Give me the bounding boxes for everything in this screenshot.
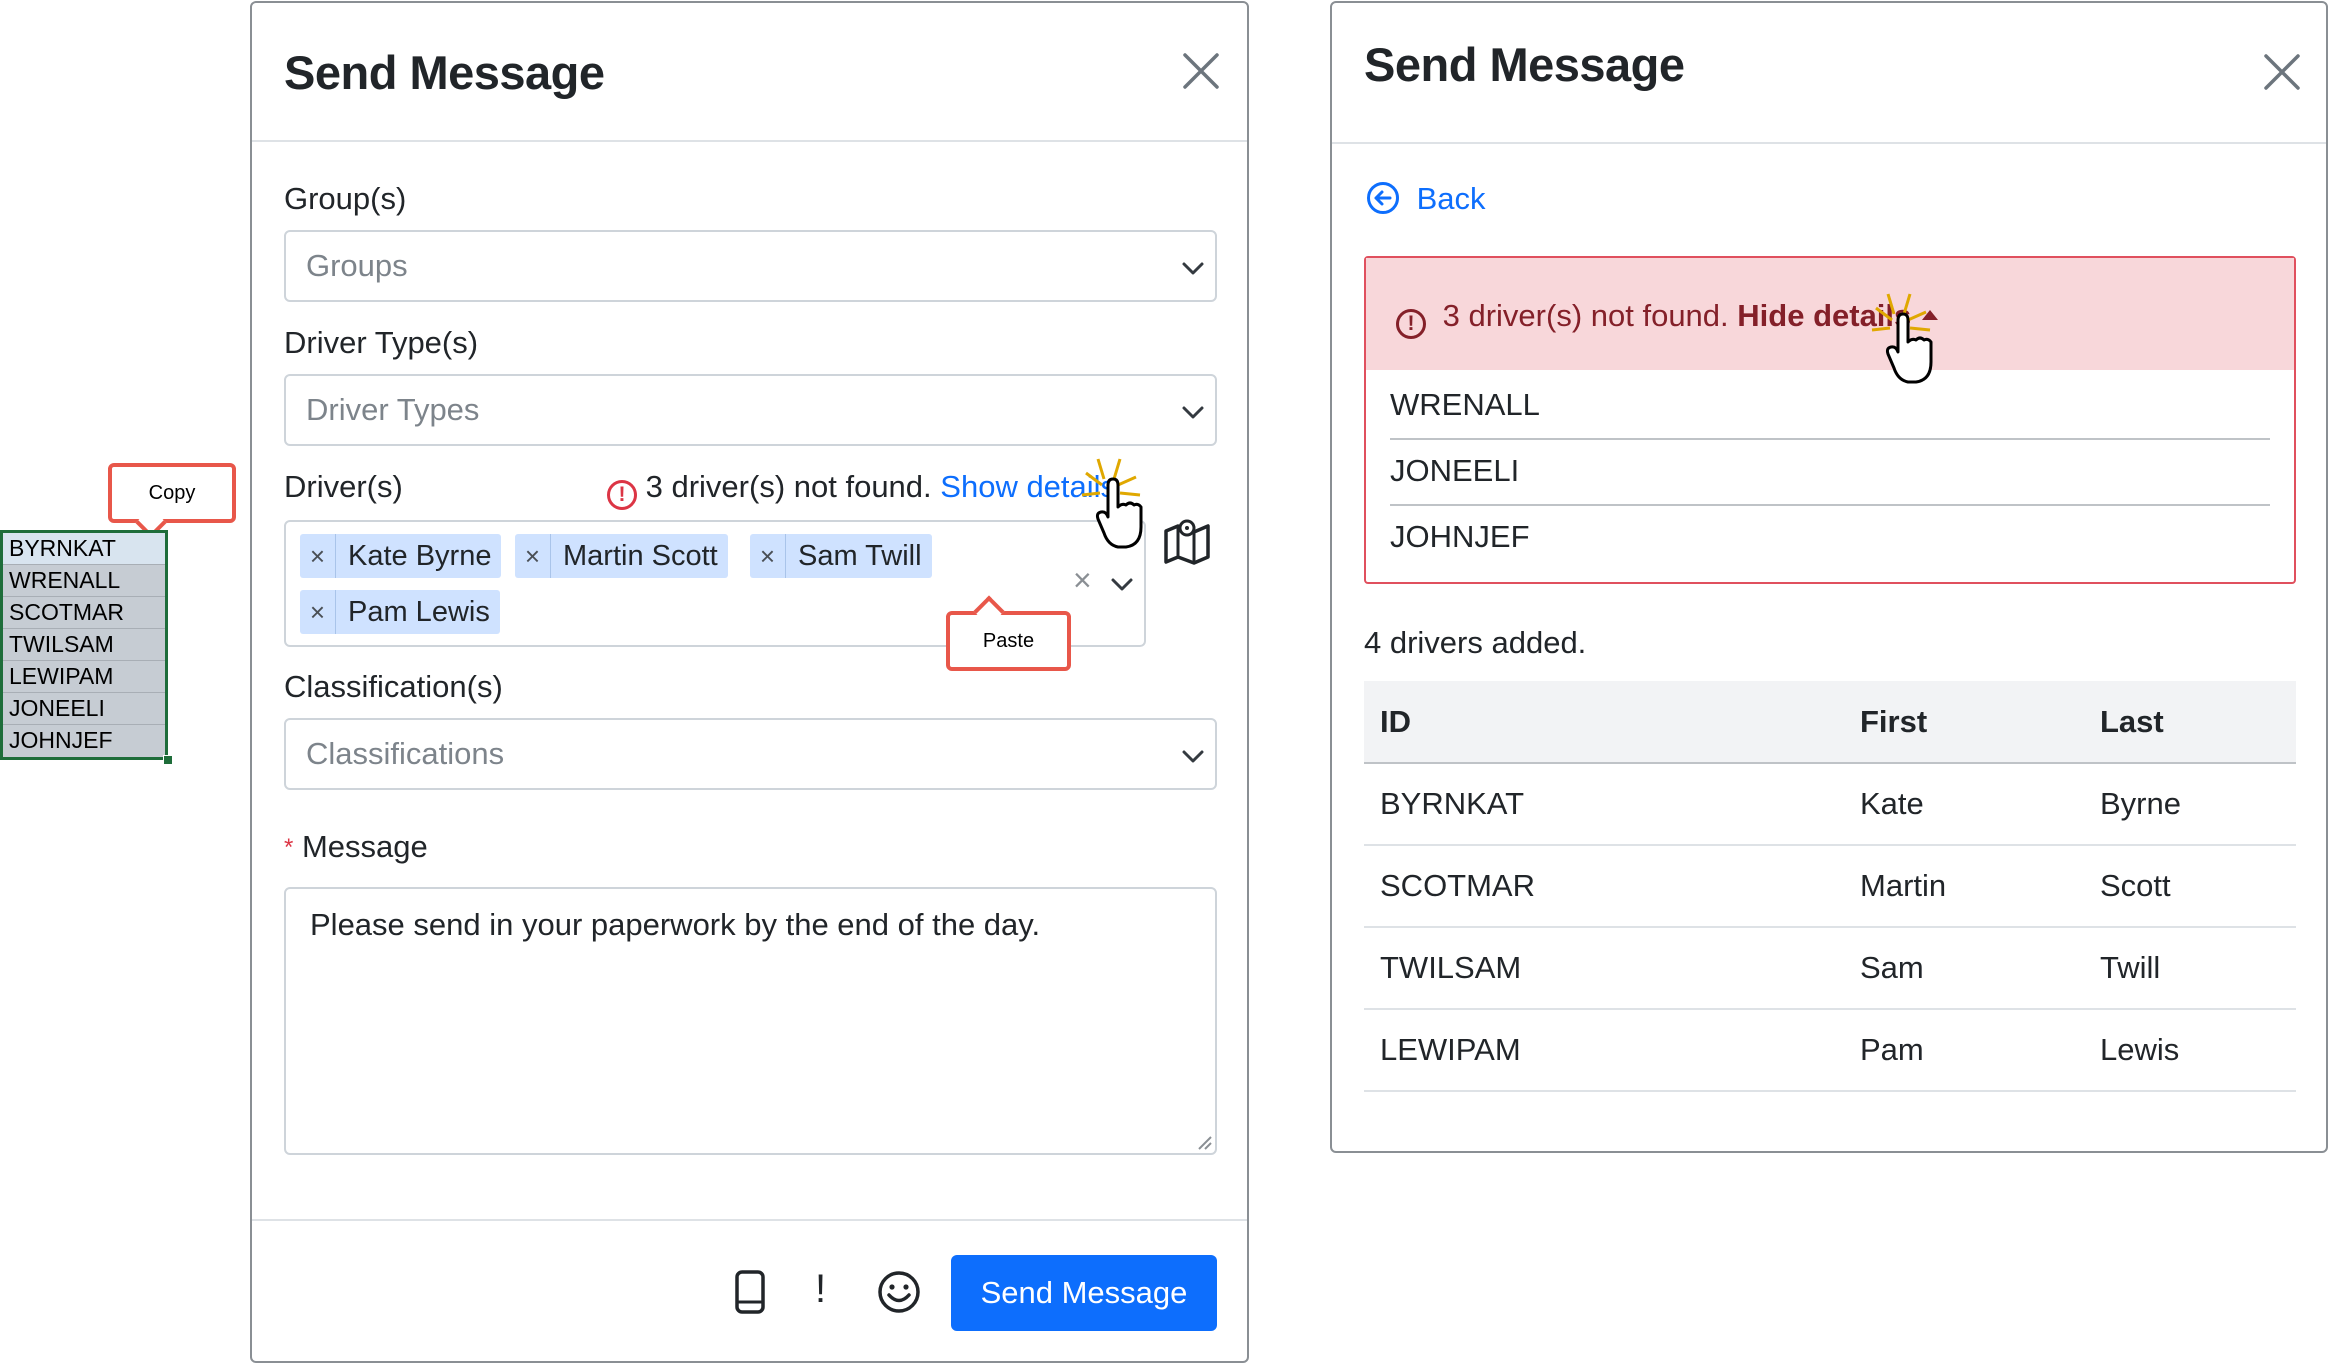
- driver-types-label: Driver Type(s): [284, 325, 479, 360]
- modal-title: Send Message: [1364, 38, 1685, 91]
- spreadsheet-cell[interactable]: JONEELI: [3, 693, 165, 725]
- driver-tag-label: Martin Scott: [563, 540, 718, 572]
- driver-types-select[interactable]: Driver Types: [284, 374, 1217, 446]
- send-message-modal-compose: Send Message Group(s) Groups Driver Type…: [250, 1, 1249, 1363]
- header-divider: [252, 140, 1247, 142]
- header-divider: [1332, 142, 2326, 144]
- driver-tag: × Kate Byrne: [300, 534, 502, 578]
- cell-last: Scott: [2084, 845, 2296, 928]
- chevron-down-icon: [1182, 750, 1204, 763]
- table-row: BYRNKAT Kate Byrne: [1364, 763, 2296, 846]
- close-icon[interactable]: [1181, 51, 1221, 91]
- required-mark: *: [284, 834, 294, 861]
- fill-handle[interactable]: [163, 755, 173, 765]
- hand-pointer-icon: [1871, 293, 1933, 384]
- driver-tag: × Pam Lewis: [300, 590, 500, 634]
- cell-id: SCOTMAR: [1364, 845, 1844, 928]
- send-message-button[interactable]: Send Message: [951, 1255, 1217, 1331]
- not-found-text: 3 driver(s) not found.: [645, 469, 932, 504]
- spreadsheet-cell[interactable]: SCOTMAR: [3, 597, 165, 629]
- hand-pointer-icon: [1081, 458, 1143, 549]
- footer-divider: [252, 1219, 1247, 1221]
- modal-title: Send Message: [284, 46, 605, 99]
- driver-tag-label: Pam Lewis: [348, 596, 490, 628]
- cell-last: Byrne: [2084, 763, 2296, 846]
- close-icon[interactable]: [2262, 52, 2302, 92]
- spreadsheet-cell[interactable]: TWILSAM: [3, 629, 165, 661]
- chevron-down-icon: [1182, 406, 1204, 419]
- table-row: TWILSAM Sam Twill: [1364, 927, 2296, 1010]
- driver-types-placeholder: Driver Types: [306, 392, 480, 427]
- error-circle-icon: !: [1396, 309, 1426, 339]
- spreadsheet-cell[interactable]: BYRNKAT: [3, 533, 165, 565]
- drivers-label: Driver(s): [284, 469, 403, 504]
- priority-exclamation[interactable]: !: [815, 1267, 826, 1312]
- map-icon[interactable]: [1162, 517, 1212, 565]
- cell-id: TWILSAM: [1364, 927, 1844, 1010]
- cell-last: Lewis: [2084, 1009, 2296, 1092]
- cell-id: LEWIPAM: [1364, 1009, 1844, 1092]
- remove-tag-button[interactable]: ×: [515, 534, 551, 578]
- table-row: SCOTMAR Martin Scott: [1364, 845, 2296, 928]
- error-circle-icon: !: [607, 480, 637, 510]
- driver-tag: × Martin Scott: [515, 534, 728, 578]
- spreadsheet-selection[interactable]: BYRNKAT WRENALL SCOTMAR TWILSAM LEWIPAM …: [0, 530, 173, 765]
- column-header-id: ID: [1364, 681, 1844, 764]
- cell-first: Pam: [1844, 1009, 2084, 1092]
- groups-select[interactable]: Groups: [284, 230, 1217, 302]
- spreadsheet-cell[interactable]: WRENALL: [3, 565, 165, 597]
- copy-callout: Copy: [108, 463, 236, 523]
- send-message-modal-results: Send Message Back ! 3 driver(s) not foun…: [1330, 1, 2328, 1153]
- spreadsheet-cell[interactable]: LEWIPAM: [3, 661, 165, 693]
- clear-all-button[interactable]: ×: [1073, 562, 1092, 599]
- paste-callout: Paste: [946, 611, 1071, 671]
- not-found-list: WRENALL JONEELI JOHNJEF: [1366, 370, 2294, 572]
- copy-callout-label: Copy: [148, 482, 196, 504]
- not-found-alert: ! 3 driver(s) not found. Hide details WR…: [1364, 256, 2296, 584]
- classifications-placeholder: Classifications: [306, 736, 505, 771]
- cell-first: Sam: [1844, 927, 2084, 1010]
- driver-tag-label: Sam Twill: [798, 540, 922, 572]
- paste-callout-label: Paste: [982, 630, 1035, 652]
- cell-first: Kate: [1844, 763, 2084, 846]
- groups-placeholder: Groups: [306, 248, 408, 283]
- back-link[interactable]: Back: [1366, 181, 1486, 217]
- table-row: LEWIPAM Pam Lewis: [1364, 1009, 2296, 1092]
- cell-first: Martin: [1844, 845, 2084, 928]
- list-item: JONEELI: [1390, 440, 2270, 506]
- resize-handle-icon[interactable]: [1195, 1133, 1213, 1151]
- classifications-select[interactable]: Classifications: [284, 718, 1217, 790]
- drivers-not-found-notice: ! 3 driver(s) not found. Show details: [607, 469, 1116, 510]
- driver-tag: × Sam Twill: [750, 534, 932, 578]
- remove-tag-button[interactable]: ×: [300, 590, 336, 634]
- classifications-label: Classification(s): [284, 669, 503, 704]
- remove-tag-button[interactable]: ×: [750, 534, 786, 578]
- chevron-down-icon: [1182, 262, 1204, 275]
- cell-last: Twill: [2084, 927, 2296, 1010]
- smiley-icon[interactable]: [877, 1270, 921, 1314]
- table-header-row: ID First Last: [1364, 681, 2296, 764]
- drivers-table: ID First Last BYRNKAT Kate Byrne SCOTMAR…: [1364, 681, 2296, 1092]
- driver-tag-label: Kate Byrne: [348, 540, 492, 572]
- alert-text: 3 driver(s) not found.: [1442, 298, 1729, 333]
- groups-label: Group(s): [284, 181, 407, 216]
- mobile-phone-icon[interactable]: [734, 1270, 766, 1314]
- alert-header: ! 3 driver(s) not found. Hide details: [1366, 258, 2294, 370]
- drivers-added-text: 4 drivers added.: [1364, 625, 1587, 660]
- column-header-last: Last: [2084, 681, 2296, 764]
- column-header-first: First: [1844, 681, 2084, 764]
- back-arrow-circle-icon: [1367, 182, 1399, 214]
- cell-id: BYRNKAT: [1364, 763, 1844, 846]
- list-item: WRENALL: [1390, 374, 2270, 440]
- message-textarea[interactable]: Please send in your paperwork by the end…: [284, 887, 1217, 1155]
- message-label: Message: [301, 829, 428, 864]
- back-link-label: Back: [1416, 181, 1486, 216]
- remove-tag-button[interactable]: ×: [300, 534, 336, 578]
- chevron-down-icon[interactable]: [1110, 572, 1134, 596]
- spreadsheet-cell[interactable]: JOHNJEF: [3, 725, 165, 757]
- message-text: Please send in your paperwork by the end…: [310, 907, 1041, 942]
- message-label-row: * Message: [284, 829, 428, 865]
- list-item: JOHNJEF: [1390, 519, 1530, 554]
